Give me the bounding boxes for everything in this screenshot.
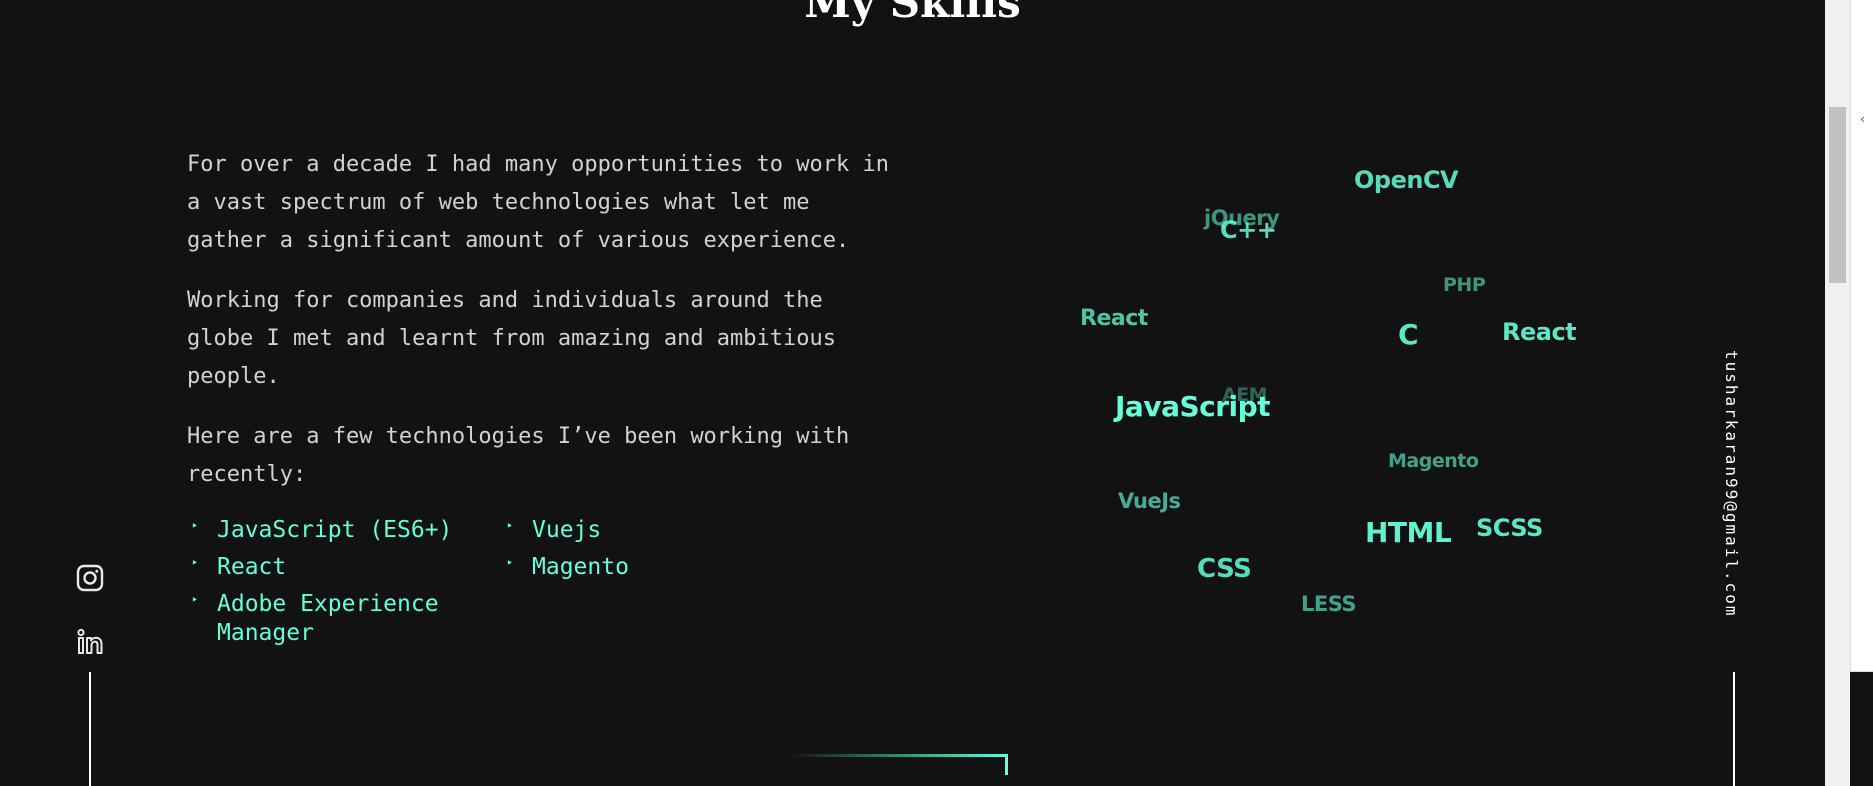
- about-paragraph-2: Working for companies and individuals ar…: [187, 288, 837, 389]
- bullet-icon: ‣: [191, 519, 199, 533]
- about-paragraph-1: For over a decade I had many opportuniti…: [187, 152, 889, 253]
- cloud-word-magento: Magento: [1388, 450, 1479, 472]
- cloud-word-vuejs: VueJs: [1118, 489, 1181, 513]
- section-divider-line: [790, 754, 1007, 757]
- skill-label: Adobe Experience Manager: [217, 591, 439, 646]
- skill-label: JavaScript (ES6+): [217, 517, 453, 543]
- bullet-icon: ‣: [191, 593, 199, 607]
- cloud-word-react-left: React: [1080, 306, 1148, 331]
- gutter-caret-icon: ‹: [1859, 112, 1867, 126]
- email-link[interactable]: tusharkaran99@gmail.com: [1722, 350, 1741, 618]
- bullet-icon: ‣: [506, 519, 514, 533]
- page-scrollbar[interactable]: [1825, 0, 1850, 786]
- instagram-icon[interactable]: [72, 560, 108, 596]
- cloud-word-less: LESS: [1301, 592, 1357, 616]
- cloud-word-cpp: C++: [1220, 216, 1277, 244]
- right-side-line: [1733, 672, 1735, 786]
- skill-item: ‣ Vuejs: [502, 516, 707, 545]
- linkedin-icon[interactable]: [72, 624, 108, 660]
- page: My Skills For over a decade I had many o…: [0, 0, 1825, 786]
- cloud-word-scss: SCSS: [1476, 514, 1543, 542]
- skill-item: ‣ JavaScript (ES6+): [187, 516, 502, 545]
- scrollbar-thumb[interactable]: [1829, 107, 1846, 283]
- social-links: [72, 560, 108, 688]
- skill-label: Vuejs: [532, 517, 602, 543]
- cloud-word-css: CSS: [1197, 554, 1252, 584]
- bullet-icon: ‣: [191, 556, 199, 570]
- skill-item: ‣ Magento: [502, 553, 707, 582]
- about-text: For over a decade I had many opportuniti…: [187, 146, 899, 516]
- bullet-icon: ‣: [506, 556, 514, 570]
- skill-item: ‣ Adobe Experience Manager: [187, 590, 502, 648]
- browser-side-gutter: ‹: [1850, 0, 1873, 672]
- skill-item: ‣ React: [187, 553, 502, 582]
- left-side-line: [89, 672, 91, 786]
- cloud-word-php: PHP: [1443, 274, 1486, 296]
- skills-list: ‣ JavaScript (ES6+) ‣ Vuejs ‣ React ‣ Ma…: [187, 516, 707, 648]
- skill-label: Magento: [532, 554, 629, 580]
- about-paragraph-3: Here are a few technologies I’ve been wo…: [187, 424, 850, 487]
- section-divider-tick: [1005, 754, 1008, 775]
- cloud-word-opencv: OpenCV: [1354, 166, 1459, 194]
- cloud-word-react-right: React: [1502, 318, 1577, 346]
- cloud-word-c: C: [1398, 318, 1419, 351]
- cloud-word-javascript: JavaScript: [1115, 390, 1271, 423]
- section-title: My Skills: [804, 0, 1021, 27]
- skill-label: React: [217, 554, 287, 580]
- skills-tag-cloud[interactable]: OpenCV jQuery C++ PHP React C React AEM …: [1040, 150, 1640, 650]
- cloud-word-html: HTML: [1365, 516, 1452, 549]
